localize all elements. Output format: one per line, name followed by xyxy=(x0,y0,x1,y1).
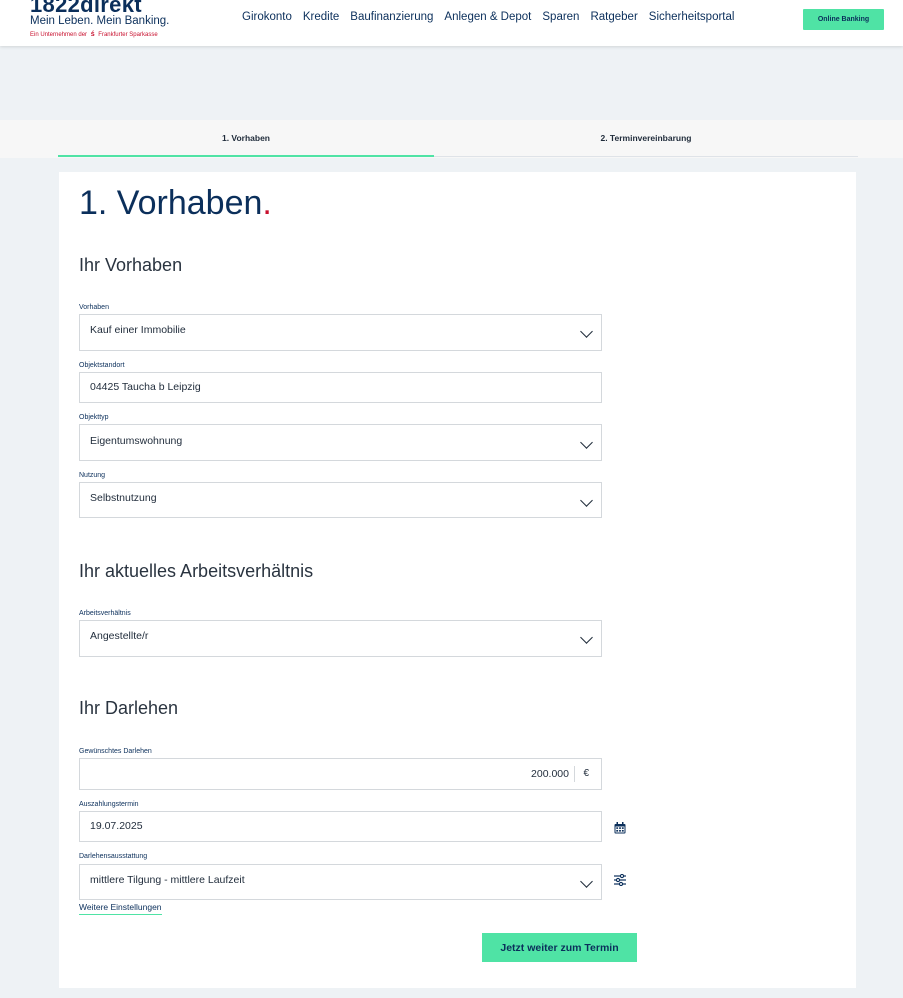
sliders-icon[interactable] xyxy=(614,874,626,886)
chevron-down-icon xyxy=(580,325,593,338)
calendar-icon[interactable] xyxy=(614,822,626,834)
nutzung-value: Selbstnutzung xyxy=(90,492,157,504)
euro-icon: € xyxy=(583,768,589,779)
auszahlung-date-input[interactable]: 19.07.2025 xyxy=(79,811,602,842)
arbeitsverhaeltnis-select[interactable]: Angestellte/r xyxy=(79,620,602,657)
step-divider xyxy=(434,156,858,157)
online-banking-button[interactable]: Online Banking xyxy=(803,9,884,30)
arbeitsverhaeltnis-label: Arbeitsverhältnis xyxy=(79,610,131,617)
section-title-vorhaben: Ihr Vorhaben xyxy=(79,255,183,275)
step-terminvereinbarung[interactable]: 2. Terminvereinbarung xyxy=(434,120,858,156)
darlehen-label: Gewünschtes Darlehen xyxy=(79,748,152,755)
objektstandort-input[interactable]: 04425 Taucha b Leipzig xyxy=(79,372,602,403)
auszahlung-value: 19.07.2025 xyxy=(90,820,143,832)
main-nav: Girokonto Kredite Baufinanzierung Anlege… xyxy=(242,10,745,24)
vorhaben-value: Kauf einer Immobilie xyxy=(90,324,186,336)
page-title-text: 1. Vorhaben xyxy=(79,184,263,222)
nutzung-select[interactable]: Selbstnutzung xyxy=(79,482,602,518)
chevron-down-icon xyxy=(580,875,593,888)
objekttyp-label: Objekttyp xyxy=(79,414,109,421)
nutzung-label: Nutzung xyxy=(79,472,106,479)
logo[interactable]: 1822direkt Mein Leben. Mein Banking. Ein… xyxy=(30,0,180,44)
sparkasse-icon: ś xyxy=(90,31,95,38)
nav-item-ratgeber[interactable]: Ratgeber xyxy=(590,10,637,24)
chevron-down-icon xyxy=(580,494,593,507)
currency-divider xyxy=(574,766,575,782)
title-dot: . xyxy=(262,184,272,222)
objektstandort-value: 04425 Taucha b Leipzig xyxy=(90,381,201,393)
next-to-appointment-button[interactable]: Jetzt weiter zum Termin xyxy=(482,933,637,962)
objekttyp-value: Eigentumswohnung xyxy=(90,435,183,447)
darlehen-amount-input[interactable]: 200.000 € xyxy=(79,758,602,790)
nav-item-sicherheitsportal[interactable]: Sicherheitsportal xyxy=(649,10,735,24)
section-title-darlehen: Ihr Darlehen xyxy=(79,698,179,718)
nav-item-girokonto[interactable]: Girokonto xyxy=(242,10,292,24)
section-title-arbeitsverhaeltnis: Ihr aktuelles Arbeitsverhältnis xyxy=(79,561,314,581)
weitere-einstellungen-link[interactable]: Weitere Einstellungen xyxy=(79,902,162,915)
nav-item-anlegen-depot[interactable]: Anlegen & Depot xyxy=(444,10,531,24)
logo-wordmark: 1822direkt xyxy=(30,0,142,17)
step-vorhaben[interactable]: 1. Vorhaben xyxy=(58,120,434,156)
nav-item-sparen[interactable]: Sparen xyxy=(542,10,579,24)
auszahlung-label: Auszahlungstermin xyxy=(79,801,139,808)
logo-tagline-suffix: Frankfurter Sparkasse xyxy=(98,32,158,38)
objekttyp-select[interactable]: Eigentumswohnung xyxy=(79,424,602,461)
nav-item-baufinanzierung[interactable]: Baufinanzierung xyxy=(350,10,433,24)
ausstattung-value: mittlere Tilgung - mittlere Laufzeit xyxy=(90,874,245,886)
vorhaben-label: Vorhaben xyxy=(79,304,109,311)
logo-tagline-prefix: Ein Unternehmen der xyxy=(30,32,88,38)
active-step-indicator xyxy=(58,155,434,157)
site-header: 1822direkt Mein Leben. Mein Banking. Ein… xyxy=(0,0,903,46)
logo-slogan: Mein Leben. Mein Banking. xyxy=(30,15,170,27)
page-title: 1. Vorhaben. xyxy=(79,183,272,223)
progress-steps: 1. Vorhaben 2. Terminvereinbarung xyxy=(0,120,903,158)
vorhaben-select[interactable]: Kauf einer Immobilie xyxy=(79,314,602,351)
ausstattung-select[interactable]: mittlere Tilgung - mittlere Laufzeit xyxy=(79,864,602,900)
logo-tagline: Ein Unternehmen der ś Frankfurter Sparka… xyxy=(30,31,158,39)
chevron-down-icon xyxy=(580,631,593,644)
nav-item-kredite[interactable]: Kredite xyxy=(303,10,339,24)
arbeitsverhaeltnis-value: Angestellte/r xyxy=(90,630,149,642)
chevron-down-icon xyxy=(580,436,593,449)
objektstandort-label: Objektstandort xyxy=(79,362,125,369)
darlehen-amount-value: 200.000 xyxy=(531,768,569,780)
ausstattung-label: Darlehensausstattung xyxy=(79,853,148,860)
